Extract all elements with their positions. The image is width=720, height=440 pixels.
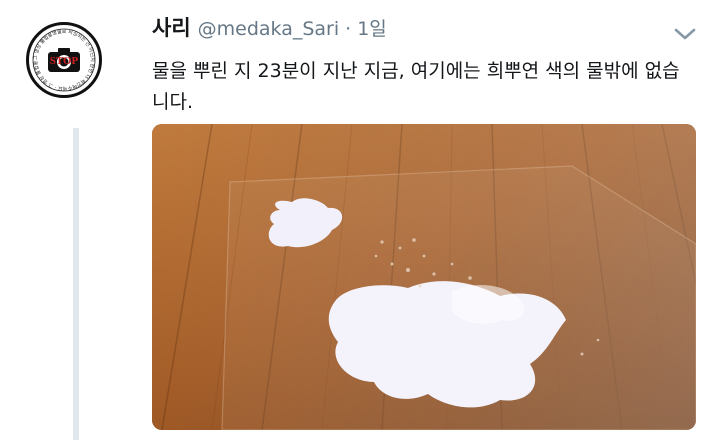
display-name[interactable]: 사리 (152, 12, 191, 42)
camera-icon: 그 영상 불법촬영물로 의심되는 건 아닌지 한번 더 확인해주세요 · 그 영… (29, 25, 96, 92)
spilled-liquid-photo (152, 124, 696, 430)
user-handle[interactable]: @medaka_Sari (198, 18, 340, 40)
thread-line (73, 128, 79, 440)
tweet-photo[interactable] (152, 124, 696, 430)
stop-stamp: STOP (50, 55, 79, 67)
separator-dot: · (345, 18, 352, 40)
more-menu-button[interactable] (672, 24, 698, 44)
avatar[interactable]: 그 영상 불법촬영물로 의심되는 건 아닌지 한번 더 확인해주세요 · 그 영… (26, 22, 102, 98)
tweet-header: 사리 @medaka_Sari · 1일 (152, 12, 387, 42)
tweet-text: 물을 뿌린 지 23분이 지난 지금, 여기에는 희뿌연 색의 물밖에 없습니다… (152, 60, 680, 113)
tweet[interactable]: 그 영상 불법촬영물로 의심되는 건 아닌지 한번 더 확인해주세요 · 그 영… (0, 0, 720, 440)
timestamp[interactable]: 1일 (357, 14, 387, 41)
chevron-down-icon (674, 28, 696, 40)
